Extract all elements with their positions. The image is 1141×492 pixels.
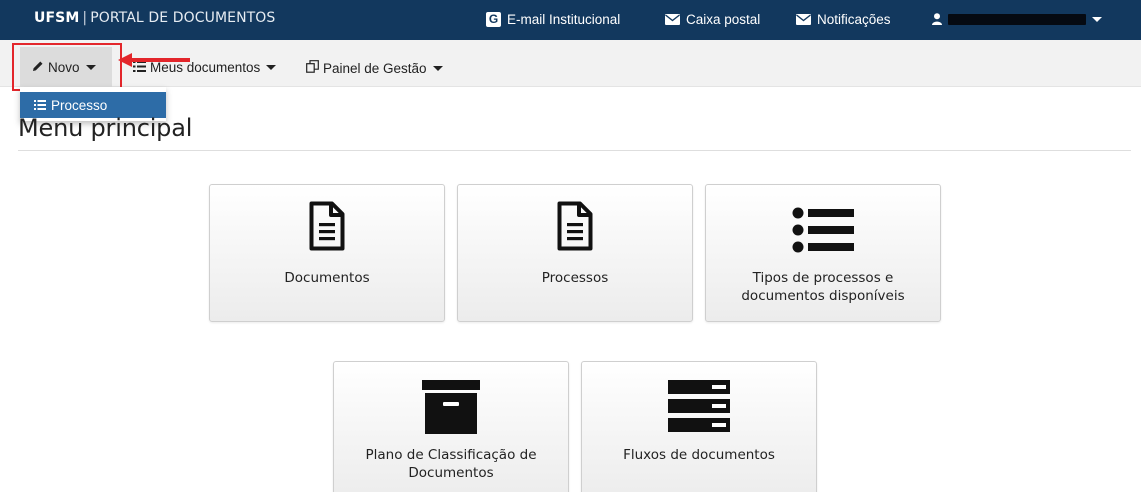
annotation-highlight-box — [12, 43, 122, 91]
list-icon — [706, 207, 940, 253]
tile-documentos[interactable]: Documentos — [209, 184, 445, 322]
annotation-arrow-icon — [118, 53, 190, 67]
envelope-icon — [796, 14, 811, 25]
tile-label-line: documentos disponíveis — [741, 288, 905, 304]
caixa-postal-link[interactable]: Caixa postal — [665, 12, 760, 27]
page-title: Menu principal — [18, 114, 193, 142]
tile-tipos-de-processos[interactable]: Tipos de processos e documentos disponív… — [705, 184, 941, 322]
tile-plano-de-classificacao[interactable]: Plano de Classificação de Documentos — [333, 361, 569, 492]
file-text-icon — [210, 201, 444, 251]
copy-icon — [306, 60, 319, 76]
brand-ufsm: UFSM — [34, 10, 80, 26]
tile-tipos-de-processos-label: Tipos de processos e documentos disponív… — [716, 269, 930, 305]
server-icon — [582, 380, 816, 432]
brand-separator: | — [82, 10, 88, 26]
archive-icon — [334, 380, 568, 434]
nav-painel-de-gestao-label: Painel de Gestão — [323, 60, 427, 76]
title-divider — [18, 150, 1131, 151]
tile-plano-de-classificacao-label: Plano de Classificação de Documentos — [344, 446, 558, 482]
tile-fluxos-de-documentos-label: Fluxos de documentos — [623, 447, 775, 463]
caixa-postal-label: Caixa postal — [686, 12, 761, 27]
notificacoes-label: Notificações — [817, 12, 891, 27]
tile-processos-label: Processos — [541, 270, 609, 286]
file-text-icon — [458, 201, 692, 251]
tile-fluxos-de-documentos[interactable]: Fluxos de documentos — [581, 361, 817, 492]
redacted-user-name — [948, 13, 1086, 25]
caret-down-icon — [1092, 16, 1102, 22]
caret-down-icon — [432, 65, 443, 71]
google-icon: G — [486, 12, 501, 27]
brand-portal: PORTAL DE DOCUMENTOS — [90, 10, 276, 26]
envelope-icon — [665, 14, 680, 25]
brand[interactable]: UFSM | PORTAL DE DOCUMENTOS — [34, 10, 275, 26]
tile-label-line: Tipos de processos e — [752, 270, 894, 286]
list-ordered-icon — [34, 98, 46, 113]
user-icon — [932, 13, 942, 25]
top-header: UFSM | PORTAL DE DOCUMENTOS G E-mail Insti… — [0, 0, 1141, 40]
caret-down-icon — [266, 65, 277, 70]
user-menu[interactable] — [932, 13, 1102, 25]
tile-label-line: Documentos — [408, 465, 494, 481]
email-institucional-link[interactable]: G E-mail Institucional — [486, 12, 620, 27]
tile-processos[interactable]: Processos — [457, 184, 693, 322]
email-institucional-label: E-mail Institucional — [507, 12, 621, 27]
nav-painel-de-gestao[interactable]: Painel de Gestão — [306, 60, 443, 76]
tile-documentos-label: Documentos — [284, 270, 370, 286]
notificacoes-link[interactable]: Notificações — [796, 12, 891, 27]
dropdown-item-processo-label: Processo — [51, 97, 108, 113]
tile-label-line: Plano de Classificação de — [365, 447, 537, 463]
